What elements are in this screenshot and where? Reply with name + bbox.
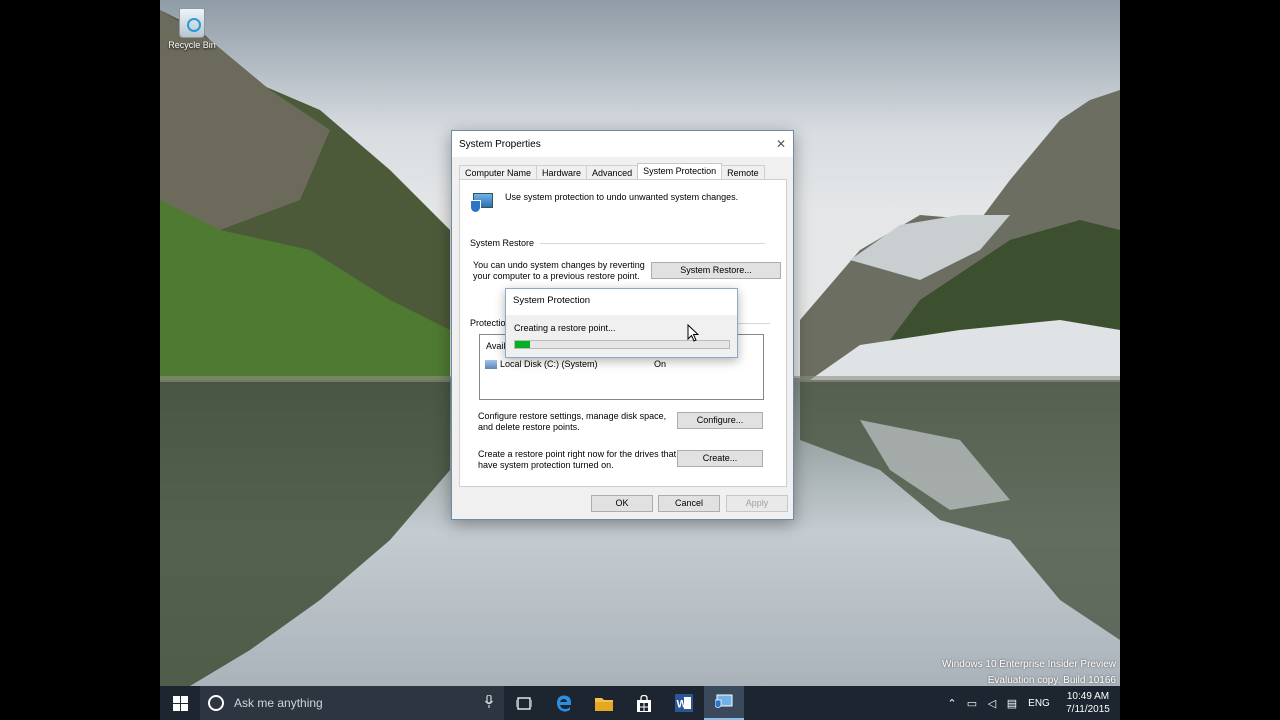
input-language[interactable]: ENG xyxy=(1022,698,1056,709)
recycle-bin-icon xyxy=(179,8,205,38)
drive-row[interactable]: Local Disk (C:) (System) On xyxy=(485,359,755,369)
word-icon[interactable]: W xyxy=(664,686,704,720)
taskbar: Ask me anything W ⌃ ▭ ◁ ▤ ENG 10:49 AM 7… xyxy=(160,686,1120,720)
system-restore-button[interactable]: System Restore... xyxy=(651,262,781,279)
create-description-line1: Create a restore point right now for the… xyxy=(478,449,677,459)
progress-status-text: Creating a restore point... xyxy=(514,323,616,333)
evaluation-watermark: Windows 10 Enterprise Insider Preview Ev… xyxy=(942,657,1116,686)
watermark-line2: Evaluation copy. Build 10166 xyxy=(987,675,1116,686)
ok-button[interactable]: OK xyxy=(591,495,653,512)
create-description: Create a restore point right now for the… xyxy=(478,449,676,471)
task-view-icon[interactable] xyxy=(504,686,544,720)
clock[interactable]: 10:49 AM 7/11/2015 xyxy=(1056,690,1120,716)
create-button[interactable]: Create... xyxy=(677,450,763,467)
search-placeholder: Ask me anything xyxy=(234,696,323,710)
edge-icon[interactable] xyxy=(544,686,584,720)
cancel-button[interactable]: Cancel xyxy=(658,495,720,512)
system-tray: ⌃ ▭ ◁ ▤ ENG 10:49 AM 7/11/2015 xyxy=(942,686,1120,720)
tab-hardware[interactable]: Hardware xyxy=(536,165,588,180)
windows-logo-icon xyxy=(172,695,188,711)
tab-system-protection[interactable]: System Protection xyxy=(637,163,723,180)
svg-text:W: W xyxy=(677,699,688,711)
create-description-line2: have system protection turned on. xyxy=(478,460,614,470)
store-icon[interactable] xyxy=(624,686,664,720)
drive-name: Local Disk (C:) (System) xyxy=(500,359,598,369)
clock-date: 7/11/2015 xyxy=(1066,704,1110,715)
apply-button[interactable]: Apply xyxy=(726,495,788,512)
tab-computer-name[interactable]: Computer Name xyxy=(459,165,538,180)
tab-strip: Computer Name Hardware Advanced System P… xyxy=(459,163,765,180)
mouse-cursor-icon xyxy=(687,324,699,342)
system-protection-progress-dialog: System Protection Creating a restore poi… xyxy=(505,288,738,358)
file-explorer-icon[interactable] xyxy=(584,686,624,720)
configure-button[interactable]: Configure... xyxy=(677,412,763,429)
intro-row: Use system protection to undo unwanted s… xyxy=(470,190,738,216)
system-restore-group-label: System Restore xyxy=(470,238,539,248)
drives-column-header: Avail xyxy=(486,341,506,351)
desktop-screen: Recycle Bin Windows 10 Enterprise Inside… xyxy=(160,0,1120,720)
intro-text: Use system protection to undo unwanted s… xyxy=(505,192,739,202)
watermark-line1: Windows 10 Enterprise Insider Preview xyxy=(942,659,1116,670)
cortana-icon xyxy=(208,695,224,711)
system-properties-taskbar-icon[interactable] xyxy=(704,686,744,720)
configure-description-line1: Configure restore settings, manage disk … xyxy=(478,411,667,421)
local-disk-icon xyxy=(485,360,497,369)
action-center-icon[interactable]: ▤ xyxy=(1002,697,1022,710)
system-protection-icon xyxy=(470,190,496,216)
system-restore-divider xyxy=(540,243,765,244)
system-restore-description: You can undo system changes by reverting… xyxy=(473,260,645,282)
cortana-search-box[interactable]: Ask me anything xyxy=(200,686,504,720)
volume-muted-icon[interactable]: ◁ xyxy=(982,697,1002,710)
progress-dialog-title[interactable]: System Protection xyxy=(506,289,737,313)
system-restore-description-line2: your computer to a previous restore poin… xyxy=(473,271,640,281)
progress-bar-fill xyxy=(515,341,530,348)
chevron-up-icon[interactable]: ⌃ xyxy=(942,697,962,710)
start-button[interactable] xyxy=(160,686,200,720)
drive-protection-status: On xyxy=(654,359,667,369)
network-icon[interactable]: ▭ xyxy=(962,697,982,710)
clock-time: 10:49 AM xyxy=(1066,691,1110,702)
configure-description: Configure restore settings, manage disk … xyxy=(478,411,666,433)
tab-advanced[interactable]: Advanced xyxy=(586,165,639,180)
dialog-titlebar[interactable]: System Properties ✕ xyxy=(452,131,793,157)
close-button[interactable]: ✕ xyxy=(769,137,793,151)
progress-dialog-body: Creating a restore point... xyxy=(506,315,737,357)
configure-description-line2: and delete restore points. xyxy=(478,422,580,432)
system-restore-description-line1: You can undo system changes by reverting xyxy=(473,260,645,270)
tab-remote[interactable]: Remote xyxy=(721,165,765,180)
dialog-title: System Properties xyxy=(459,138,541,150)
microphone-icon[interactable] xyxy=(474,694,504,711)
recycle-bin-label: Recycle Bin xyxy=(168,40,216,50)
recycle-bin-shortcut[interactable]: Recycle Bin xyxy=(166,8,218,50)
